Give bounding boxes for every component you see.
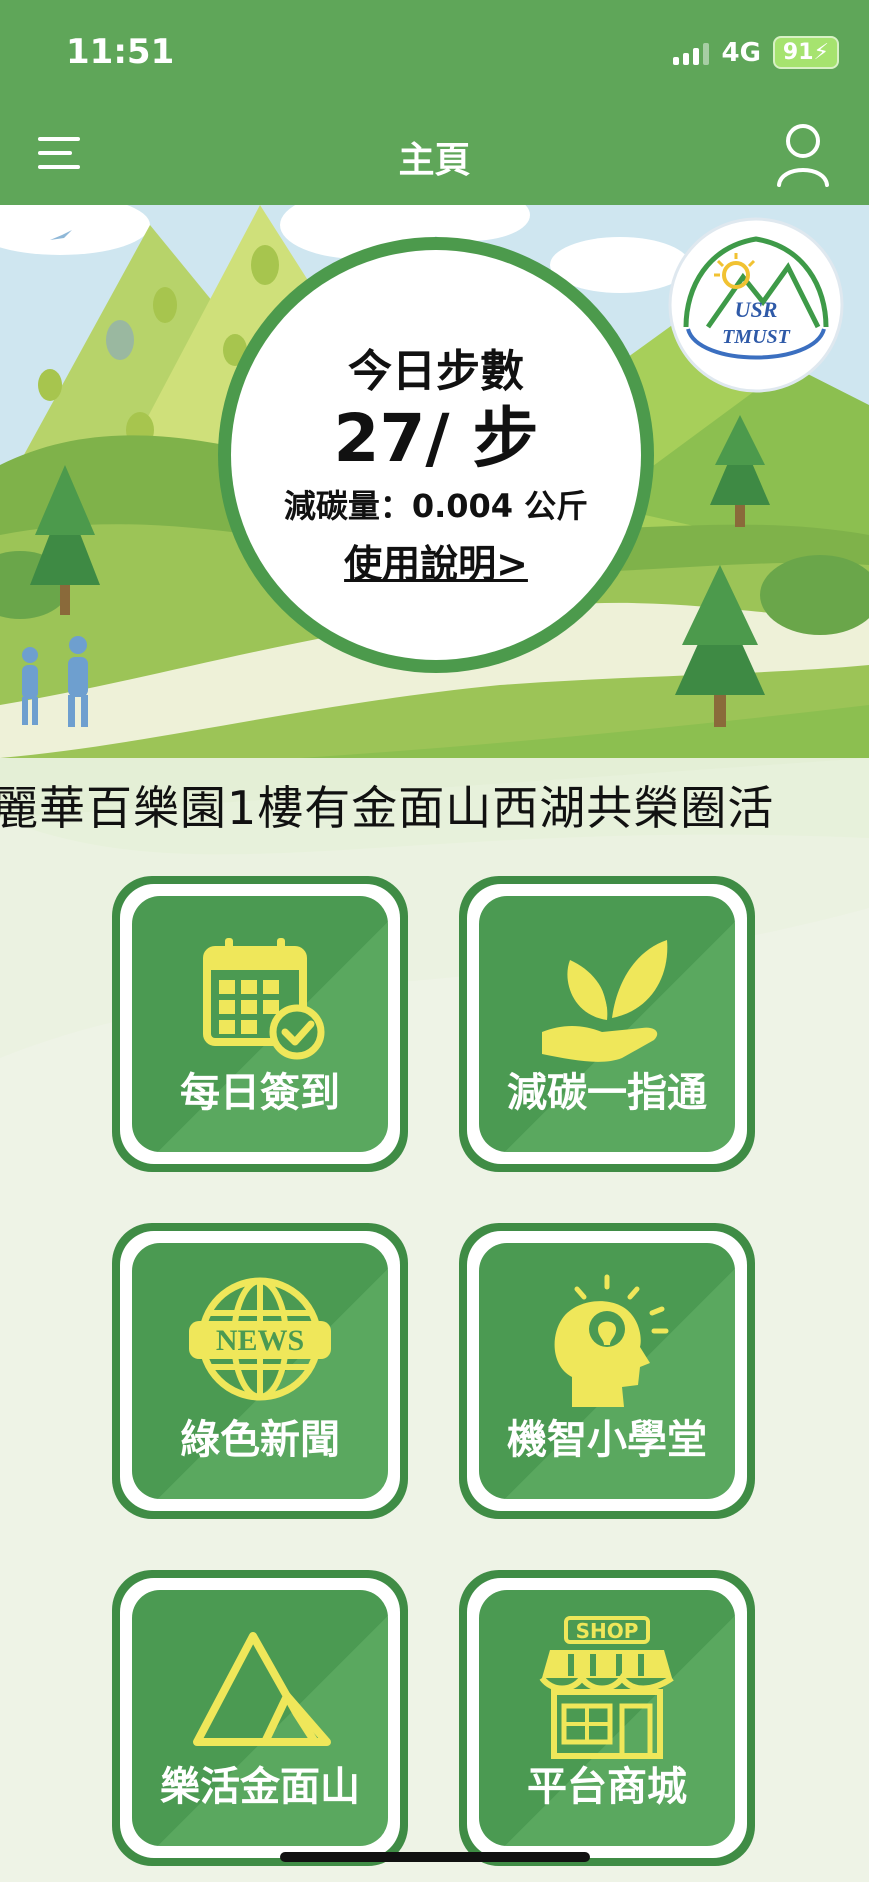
user-profile-icon[interactable] — [775, 119, 831, 189]
status-time: 11:51 — [66, 32, 175, 72]
tile-daily-checkin[interactable]: 每日簽到 — [112, 876, 408, 1172]
network-type: 4G — [721, 37, 761, 68]
news-globe-icon: NEWS — [189, 1277, 331, 1401]
tile-label: 平台商城 — [527, 1764, 687, 1810]
usage-instructions-link[interactable]: 使用說明> — [344, 533, 528, 588]
status-indicators: 4G 91⚡ — [673, 36, 839, 69]
logo-text-tmust: TMUST — [722, 326, 791, 348]
status-bar: 11:51 4G 91⚡ — [0, 0, 869, 105]
shop-icon: SHOP — [539, 1616, 674, 1759]
tile-platform-shop[interactable]: SHOP 平台商城 — [459, 1570, 755, 1866]
hero-banner: 今日步數 27/ 步 減碳量：0.004 公斤 使用說明> USR TMUST — [0, 205, 869, 758]
announcement-text: 麗華百樂園1樓有金面山西湖共榮圈活 — [0, 781, 775, 835]
page-title: 主頁 — [398, 140, 471, 181]
logo-text-usr: USR — [735, 297, 778, 322]
leaf-hand-icon — [542, 940, 668, 1062]
battery-level: 91 — [782, 40, 814, 65]
tile-label: 每日簽到 — [180, 1070, 340, 1116]
news-icon-text: NEWS — [216, 1324, 304, 1357]
shop-icon-text: SHOP — [576, 1619, 639, 1643]
head-lightbulb-icon — [554, 1274, 669, 1407]
tile-smart-school[interactable]: 機智小學堂 — [459, 1223, 755, 1519]
mountain-icon — [193, 1632, 331, 1746]
tile-label: 機智小學堂 — [507, 1417, 707, 1463]
home-indicator[interactable] — [280, 1852, 590, 1862]
step-count: 27/ 步 — [333, 399, 539, 477]
battery-icon: 91⚡ — [772, 36, 839, 69]
tile-label: 減碳一指通 — [507, 1070, 707, 1116]
signal-icon — [673, 41, 710, 65]
tile-label: 樂活金面山 — [160, 1764, 360, 1810]
tile-label: 綠色新聞 — [180, 1417, 340, 1463]
calendar-check-icon — [203, 938, 325, 1060]
tile-carbon-reduction[interactable]: 減碳一指通 — [459, 876, 755, 1172]
announcement-marquee[interactable]: 麗華百樂園1樓有金面山西湖共榮圈活 — [0, 758, 869, 848]
carbon-reduction: 減碳量：0.004 公斤 — [283, 486, 589, 525]
step-card: 今日步數 27/ 步 減碳量：0.004 公斤 使用說明> — [206, 225, 666, 685]
tile-green-news[interactable]: NEWS 綠色新聞 — [112, 1223, 408, 1519]
usr-tmust-logo: USR TMUST — [668, 217, 844, 393]
tile-jinmian-mountain[interactable]: 樂活金面山 — [112, 1570, 408, 1866]
nav-bar: 主頁 — [0, 105, 869, 205]
step-label: 今日步數 — [348, 345, 524, 397]
